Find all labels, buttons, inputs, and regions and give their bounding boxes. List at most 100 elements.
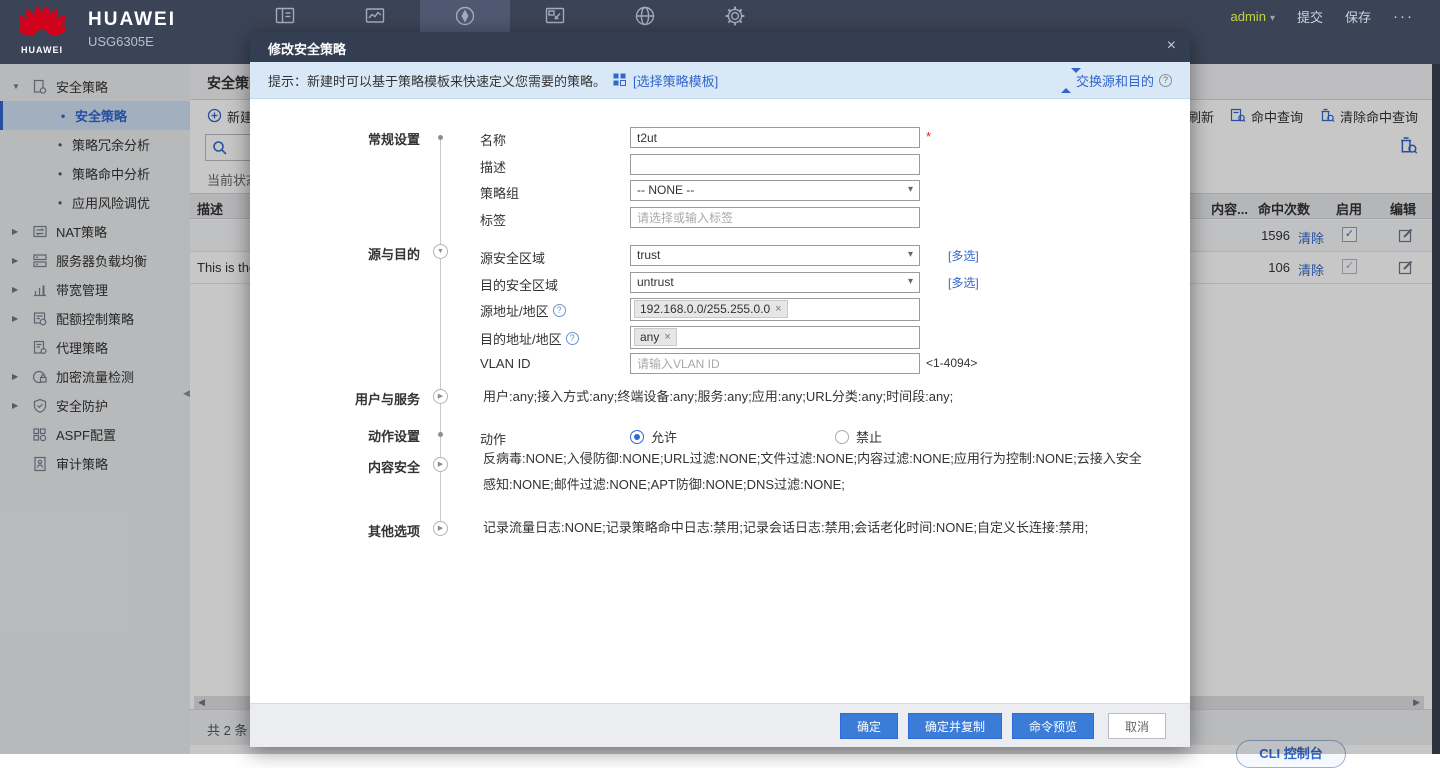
chevron-down-icon: ▾	[908, 249, 913, 260]
swap-icon	[1061, 73, 1071, 88]
command-preview-button[interactable]: 命令预览	[1012, 713, 1094, 739]
expand-section-icon[interactable]: ▶	[433, 389, 448, 404]
ok-button[interactable]: 确定	[840, 713, 898, 739]
help-icon[interactable]: ?	[553, 304, 566, 317]
select-policy-template-link[interactable]: [选择策略模板]	[633, 71, 718, 90]
expand-section-icon[interactable]: ▶	[433, 521, 448, 536]
section-general: 常规设置	[270, 129, 420, 148]
expand-section-icon[interactable]: ▶	[433, 457, 448, 472]
help-icon[interactable]: ?	[1159, 74, 1172, 87]
policy-group-label: 策略组	[480, 183, 519, 202]
tag-label: 标签	[480, 210, 506, 229]
dialog-hint-bar: 提示：新建时可以基于策略模板来快速定义您需要的策略。 [选择策略模板] 交换源和…	[250, 62, 1190, 99]
gear-icon	[723, 4, 747, 31]
logo-wordmark: HUAWEI	[12, 45, 72, 55]
section-other: 其他选项	[270, 521, 420, 540]
ok-and-copy-button[interactable]: 确定并复制	[908, 713, 1002, 739]
nav-policy[interactable]	[420, 0, 510, 34]
src-zone-multi-link[interactable]: [多选]	[948, 247, 979, 264]
vlan-label: VLAN ID	[480, 356, 531, 371]
user-menu[interactable]: admin ▾	[1231, 9, 1275, 24]
monitor-chart-icon	[363, 4, 387, 31]
chip-text: any	[640, 330, 659, 344]
description-label: 描述	[480, 157, 506, 176]
allow-label: 允许	[651, 427, 677, 446]
section-content-security: 内容安全	[270, 457, 420, 476]
modify-security-policy-dialog: 修改安全策略 × 提示：新建时可以基于策略模板来快速定义您需要的策略。 [选择策…	[250, 32, 1190, 747]
section-timeline	[440, 139, 441, 531]
dialog-body: 常规设置 源与目的 ▼ 用户与服务 ▶ 动作设置 内容安全 ▶ 其他选项 ▶ 名…	[250, 99, 1190, 703]
required-asterisk: *	[926, 129, 931, 144]
remove-chip-icon[interactable]: ×	[664, 331, 670, 343]
vlan-range-hint: <1-4094>	[926, 356, 977, 370]
more-menu-icon[interactable]: ···	[1393, 8, 1414, 25]
radio-checked-icon	[630, 430, 644, 444]
swap-src-dst-link[interactable]: 交换源和目的	[1076, 71, 1154, 90]
name-label: 名称	[480, 130, 506, 149]
dst-zone-select[interactable]: untrust ▾	[630, 272, 920, 293]
brand-title: HUAWEI	[88, 9, 176, 31]
nav-system[interactable]	[690, 0, 780, 34]
globe-icon	[633, 4, 657, 31]
action-deny-radio[interactable]: 禁止	[835, 427, 882, 446]
src-zone-label: 源安全区域	[480, 248, 545, 267]
src-addr-label-text: 源地址/地区	[480, 301, 549, 320]
deny-label: 禁止	[856, 427, 882, 446]
section-src-dst: 源与目的	[270, 244, 420, 263]
description-input[interactable]	[630, 154, 920, 175]
username: admin	[1231, 9, 1266, 24]
src-zone-value: trust	[637, 248, 660, 262]
chip-text: 192.168.0.0/255.255.0.0	[640, 302, 770, 316]
dashboard-icon	[273, 4, 297, 31]
user-service-summary: 用户:any;接入方式:any;终端设备:any;服务:any;应用:any;U…	[483, 384, 1143, 410]
action-allow-radio[interactable]: 允许	[630, 427, 677, 446]
top-nav	[240, 0, 780, 34]
nav-network[interactable]	[600, 0, 690, 34]
collapse-section-icon[interactable]: ▼	[433, 244, 448, 259]
close-icon[interactable]: ×	[1167, 37, 1176, 55]
vlan-input[interactable]	[630, 353, 920, 374]
dst-zone-label: 目的安全区域	[480, 275, 558, 294]
compass-icon	[453, 4, 477, 31]
template-grid-icon	[613, 73, 626, 89]
section-action: 动作设置	[270, 426, 420, 445]
content-security-summary: 反病毒:NONE;入侵防御:NONE;URL过滤:NONE;文件过滤:NONE;…	[483, 446, 1143, 498]
dialog-header: 修改安全策略 ×	[250, 32, 1190, 62]
src-addr-label: 源地址/地区 ?	[480, 301, 566, 320]
top-right-actions: admin ▾ 提交 保存 ···	[1231, 0, 1414, 32]
chevron-down-icon: ▾	[1270, 13, 1275, 24]
src-zone-select[interactable]: trust ▾	[630, 245, 920, 266]
hint-text: 提示：新建时可以基于策略模板来快速定义您需要的策略。	[268, 71, 606, 90]
cancel-button[interactable]: 取消	[1108, 713, 1166, 739]
dst-addr-label-text: 目的地址/地区	[480, 329, 562, 348]
save-button[interactable]: 保存	[1345, 7, 1371, 26]
section-dot	[438, 135, 443, 140]
policy-group-select[interactable]: -- NONE -- ▾	[630, 180, 920, 201]
dst-addr-input[interactable]: any ×	[630, 326, 920, 349]
other-options-summary: 记录流量日志:NONE;记录策略命中日志:禁用;记录会话日志:禁用;会话老化时间…	[483, 515, 1143, 541]
section-dot	[438, 432, 443, 437]
dst-zone-multi-link[interactable]: [多选]	[948, 274, 979, 291]
dst-addr-chip: any ×	[634, 328, 677, 346]
submit-button[interactable]: 提交	[1297, 7, 1323, 26]
policy-group-value: -- NONE --	[637, 183, 694, 197]
dst-zone-value: untrust	[637, 275, 674, 289]
help-icon[interactable]: ?	[566, 332, 579, 345]
chevron-down-icon: ▾	[908, 276, 913, 287]
remove-chip-icon[interactable]: ×	[775, 303, 781, 315]
device-model: USG6305E	[88, 34, 154, 49]
tag-input[interactable]	[630, 207, 920, 228]
src-addr-chip: 192.168.0.0/255.255.0.0 ×	[634, 300, 788, 318]
section-user-service: 用户与服务	[270, 389, 420, 408]
dst-addr-label: 目的地址/地区 ?	[480, 329, 579, 348]
huawei-logo: HUAWEI	[12, 4, 72, 60]
nav-object[interactable]	[510, 0, 600, 34]
nav-monitor[interactable]	[330, 0, 420, 34]
src-addr-input[interactable]: 192.168.0.0/255.255.0.0 ×	[630, 298, 920, 321]
nav-dashboard[interactable]	[240, 0, 330, 34]
object-icon	[543, 4, 567, 31]
huawei-flower-icon	[19, 4, 65, 44]
name-input[interactable]	[630, 127, 920, 148]
dialog-title: 修改安全策略	[268, 39, 346, 58]
dialog-footer: 确定 确定并复制 命令预览 取消	[250, 703, 1190, 747]
